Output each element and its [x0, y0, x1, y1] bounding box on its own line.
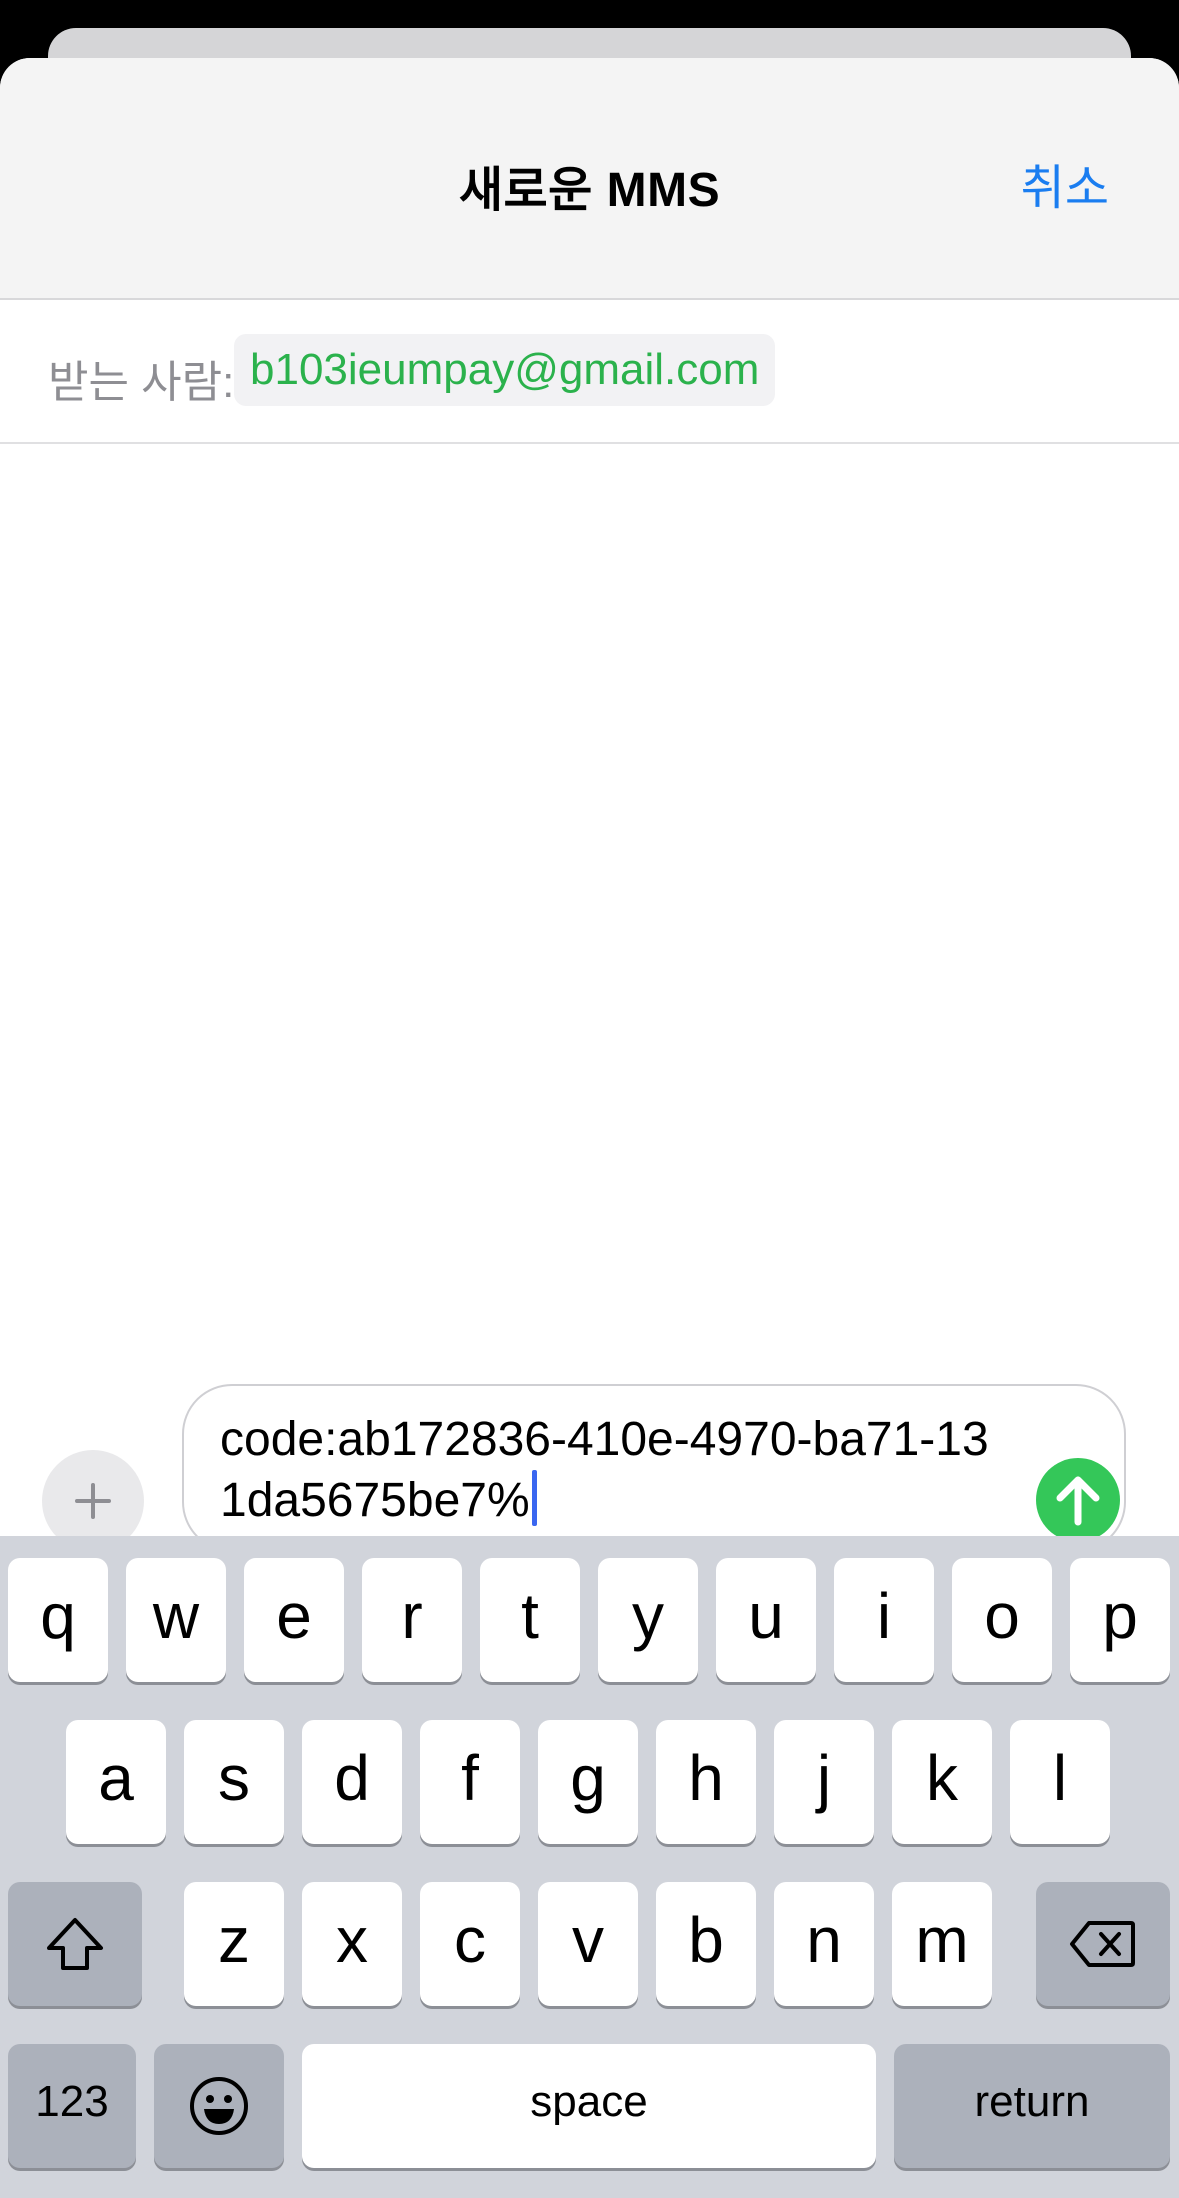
key-z[interactable]: z [184, 1882, 284, 2006]
backspace-icon [1070, 1921, 1135, 1967]
shift-key[interactable] [8, 1882, 142, 2006]
key-h[interactable]: h [656, 1720, 756, 1844]
send-button[interactable] [1036, 1458, 1120, 1542]
key-r[interactable]: r [362, 1558, 462, 1682]
key-p[interactable]: p [1070, 1558, 1170, 1682]
numbers-key[interactable]: 123 [8, 2044, 136, 2168]
key-a[interactable]: a [66, 1720, 166, 1844]
key-y[interactable]: y [598, 1558, 698, 1682]
key-j[interactable]: j [774, 1720, 874, 1844]
plus-icon [75, 1483, 111, 1519]
key-l[interactable]: l [1010, 1720, 1110, 1844]
key-c[interactable]: c [420, 1882, 520, 2006]
recipient-chip[interactable]: b103ieumpay@gmail.com [234, 334, 776, 406]
key-n[interactable]: n [774, 1882, 874, 2006]
shift-icon [47, 1918, 103, 1970]
key-k[interactable]: k [892, 1720, 992, 1844]
key-u[interactable]: u [716, 1558, 816, 1682]
text-cursor [531, 1470, 537, 1526]
key-t[interactable]: t [480, 1558, 580, 1682]
return-key[interactable]: return [894, 2044, 1170, 2168]
recipient-label: 받는 사람: [48, 358, 235, 407]
space-key[interactable]: space [302, 2044, 876, 2168]
message-text-value: code:ab172836-410e-4970-ba71-131da5675be… [220, 1413, 989, 1527]
key-f[interactable]: f [420, 1720, 520, 1844]
cancel-button[interactable]: 취소 [1021, 148, 1109, 218]
key-w[interactable]: w [126, 1558, 226, 1682]
message-input[interactable]: code:ab172836-410e-4970-ba71-131da5675be… [182, 1384, 1126, 1552]
backspace-key[interactable] [1036, 1882, 1170, 2006]
key-e[interactable]: e [244, 1558, 344, 1682]
emoji-icon [190, 2077, 248, 2135]
keyboard: q w e r t y u i o p a s d f g h j k l z … [0, 1536, 1179, 2198]
key-g[interactable]: g [538, 1720, 638, 1844]
key-m[interactable]: m [892, 1882, 992, 2006]
recipient-row[interactable]: 받는 사람: b103ieumpay@gmail.com [0, 300, 1179, 444]
key-d[interactable]: d [302, 1720, 402, 1844]
key-q[interactable]: q [8, 1558, 108, 1682]
key-v[interactable]: v [538, 1882, 638, 2006]
emoji-key[interactable] [154, 2044, 284, 2168]
key-b[interactable]: b [656, 1882, 756, 2006]
key-s[interactable]: s [184, 1720, 284, 1844]
key-i[interactable]: i [834, 1558, 934, 1682]
compose-bar: code:ab172836-410e-4970-ba71-131da5675be… [0, 1320, 1179, 1552]
compose-sheet: 새로운 MMS 취소 받는 사람: b103ieumpay@gmail.com … [0, 58, 1179, 2198]
message-text: code:ab172836-410e-4970-ba71-131da5675be… [220, 1410, 1010, 1531]
key-x[interactable]: x [302, 1882, 402, 2006]
navigation-bar: 새로운 MMS 취소 [0, 58, 1179, 300]
arrow-up-icon [1056, 1476, 1100, 1526]
key-o[interactable]: o [952, 1558, 1052, 1682]
page-title: 새로운 MMS [458, 164, 721, 217]
